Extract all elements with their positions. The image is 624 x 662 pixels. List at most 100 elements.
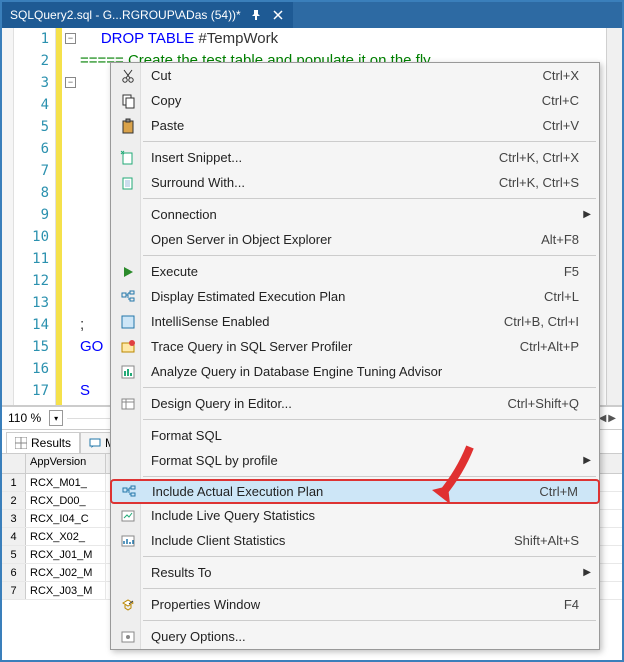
menu-item-shortcut: Ctrl+M — [539, 484, 598, 499]
cell[interactable]: RCX_X02_ — [26, 528, 106, 545]
column-header[interactable]: AppVersion — [26, 454, 106, 473]
profiler-icon — [115, 337, 141, 357]
menu-item-analyze-query-in-database-engine-tuning-advisor[interactable]: Analyze Query in Database Engine Tuning … — [111, 359, 599, 384]
menu-item-include-client-statistics[interactable]: Include Client StatisticsShift+Alt+S — [111, 528, 599, 553]
menu-item-insert-snippet[interactable]: Insert Snippet...Ctrl+K, Ctrl+X — [111, 145, 599, 170]
line-number: 11 — [14, 248, 55, 270]
props-icon — [115, 595, 141, 615]
line-number: 15 — [14, 336, 55, 358]
menu-item-connection[interactable]: Connection▶ — [111, 202, 599, 227]
menu-item-shortcut: Ctrl+V — [543, 118, 599, 133]
menu-item-shortcut: Alt+F8 — [541, 232, 599, 247]
menu-item-query-options[interactable]: Query Options... — [111, 624, 599, 649]
menu-separator — [143, 620, 596, 621]
cell[interactable]: RCX_I04_C — [26, 510, 106, 527]
actplan-icon — [116, 482, 142, 502]
menu-item-trace-query-in-sql-server-profiler[interactable]: Trace Query in SQL Server ProfilerCtrl+A… — [111, 334, 599, 359]
menu-item-open-server-in-object-explorer[interactable]: Open Server in Object ExplorerAlt+F8 — [111, 227, 599, 252]
menu-item-shortcut: Ctrl+L — [544, 289, 599, 304]
menu-item-properties-window[interactable]: Properties WindowF4 — [111, 592, 599, 617]
pin-icon[interactable] — [249, 8, 263, 22]
message-icon — [89, 437, 101, 449]
line-number: 12 — [14, 270, 55, 292]
menu-item-label: Open Server in Object Explorer — [141, 232, 541, 247]
row-number: 1 — [2, 474, 26, 491]
menu-item-shortcut: Ctrl+K, Ctrl+S — [499, 175, 599, 190]
menu-item-design-query-in-editor[interactable]: Design Query in Editor...Ctrl+Shift+Q — [111, 391, 599, 416]
margin-strip — [2, 28, 14, 405]
menu-separator — [143, 141, 596, 142]
grid-icon — [15, 437, 27, 449]
line-number: 3 — [14, 72, 55, 94]
line-number: 16 — [14, 358, 55, 380]
row-number: 3 — [2, 510, 26, 527]
cell[interactable]: RCX_D00_ — [26, 492, 106, 509]
fold-strip: − − — [62, 28, 80, 405]
menu-separator — [143, 556, 596, 557]
row-number: 5 — [2, 546, 26, 563]
menu-item-paste[interactable]: PasteCtrl+V — [111, 113, 599, 138]
surround-icon — [115, 173, 141, 193]
menu-item-shortcut: Ctrl+Shift+Q — [507, 396, 599, 411]
line-number: 5 — [14, 116, 55, 138]
menu-item-label: IntelliSense Enabled — [141, 314, 504, 329]
line-number: 4 — [14, 94, 55, 116]
menu-item-label: Connection — [141, 207, 599, 222]
menu-item-surround-with[interactable]: Surround With...Ctrl+K, Ctrl+S — [111, 170, 599, 195]
cell[interactable]: RCX_M01_ — [26, 474, 106, 491]
menu-item-label: Query Options... — [141, 629, 599, 644]
menu-item-include-actual-execution-plan[interactable]: Include Actual Execution PlanCtrl+M — [110, 479, 600, 504]
close-icon[interactable] — [271, 8, 285, 22]
menu-item-shortcut: F5 — [564, 264, 599, 279]
zoom-dropdown-icon[interactable]: ▾ — [49, 410, 63, 426]
menu-item-label: Surround With... — [141, 175, 499, 190]
cell[interactable]: RCX_J03_M — [26, 582, 106, 599]
tab-results[interactable]: Results — [6, 432, 80, 453]
scroll-arrows[interactable]: ◀▶ — [599, 413, 622, 424]
menu-separator — [143, 476, 596, 477]
menu-item-shortcut: Ctrl+Alt+P — [520, 339, 599, 354]
line-number: 10 — [14, 226, 55, 248]
menu-item-label: Format SQL by profile — [141, 453, 599, 468]
menu-item-label: Execute — [141, 264, 564, 279]
menu-separator — [143, 255, 596, 256]
menu-item-intellisense-enabled[interactable]: IntelliSense EnabledCtrl+B, Ctrl+I — [111, 309, 599, 334]
cell[interactable]: RCX_J01_M — [26, 546, 106, 563]
blank-icon — [115, 426, 141, 446]
code-line[interactable]: DROP TABLE #TempWork — [80, 28, 606, 50]
menu-item-display-estimated-execution-plan[interactable]: Display Estimated Execution PlanCtrl+L — [111, 284, 599, 309]
document-tab[interactable]: SQLQuery2.sql - G...RGROUP\ADas (54))* — [2, 2, 293, 28]
line-number-gutter: 1234567891011121314151617 — [14, 28, 56, 405]
tab-title: SQLQuery2.sql - G...RGROUP\ADas (54))* — [10, 8, 241, 22]
cell[interactable]: RCX_J02_M — [26, 564, 106, 581]
grid-corner — [2, 454, 26, 473]
menu-item-results-to[interactable]: Results To▶ — [111, 560, 599, 585]
menu-item-format-sql-by-profile[interactable]: Format SQL by profile▶ — [111, 448, 599, 473]
menu-item-label: Analyze Query in Database Engine Tuning … — [141, 364, 599, 379]
fold-toggle-icon[interactable]: − — [65, 77, 76, 88]
fold-toggle-icon[interactable]: − — [65, 33, 76, 44]
menu-item-execute[interactable]: ExecuteF5 — [111, 259, 599, 284]
menu-item-label: Cut — [141, 68, 543, 83]
blank-icon — [115, 451, 141, 471]
tuning-icon — [115, 362, 141, 382]
menu-item-shortcut: Ctrl+K, Ctrl+X — [499, 150, 599, 165]
execute-icon — [115, 262, 141, 282]
menu-item-format-sql[interactable]: Format SQL — [111, 423, 599, 448]
menu-separator — [143, 419, 596, 420]
menu-item-label: Copy — [141, 93, 542, 108]
menu-item-label: Include Client Statistics — [141, 533, 514, 548]
line-number: 17 — [14, 380, 55, 402]
vertical-scrollbar[interactable] — [606, 28, 622, 405]
line-number: 2 — [14, 50, 55, 72]
menu-item-include-live-query-statistics[interactable]: Include Live Query Statistics — [111, 503, 599, 528]
menu-item-label: Include Actual Execution Plan — [142, 484, 539, 499]
row-number: 7 — [2, 582, 26, 599]
menu-item-cut[interactable]: CutCtrl+X — [111, 63, 599, 88]
line-number: 14 — [14, 314, 55, 336]
menu-item-label: Design Query in Editor... — [141, 396, 507, 411]
line-number: 9 — [14, 204, 55, 226]
menu-item-copy[interactable]: CopyCtrl+C — [111, 88, 599, 113]
menu-item-shortcut: Shift+Alt+S — [514, 533, 599, 548]
design-icon — [115, 394, 141, 414]
